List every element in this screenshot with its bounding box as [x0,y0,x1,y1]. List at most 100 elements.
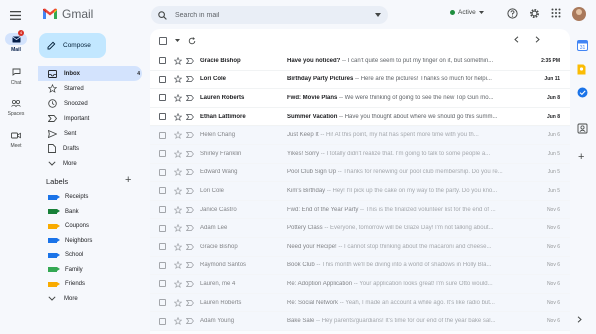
hide-side-panel-button[interactable] [577,316,582,323]
star-icon[interactable] [174,224,182,233]
chevron-down-icon[interactable] [175,39,180,42]
email-row[interactable]: Adam Young Bake Sale -- Hey parents/guard… [150,312,570,331]
star-icon[interactable] [174,186,182,195]
newer-chevron-left-icon[interactable] [514,36,519,43]
compose-button[interactable]: Compose [39,33,106,58]
email-row[interactable]: Lori Cole Birthday Party Pictures -- Here… [150,70,570,90]
important-icon[interactable] [186,225,194,232]
get-add-ons-button[interactable]: + [578,151,584,163]
important-icon[interactable] [186,132,194,139]
row-checkbox[interactable] [159,299,166,307]
row-checkbox[interactable] [159,75,166,83]
important-icon[interactable] [186,76,194,83]
support-button[interactable] [507,8,518,19]
nav-more[interactable]: More [38,156,142,171]
important-icon[interactable] [186,280,194,287]
email-row[interactable]: Gracie Bishop Have you noticed? -- I can'… [150,52,570,71]
calendar-app-button[interactable]: 31 [577,40,588,51]
star-icon[interactable] [174,205,182,214]
email-row[interactable]: Lauren, me 4 Re: Adoption Application -- … [150,275,570,294]
important-icon[interactable] [186,113,194,120]
star-icon[interactable] [174,279,182,288]
status-selector[interactable]: Active [450,9,484,16]
email-row[interactable]: Ethan Lattimore Summer Vacation -- Have y… [150,107,570,127]
nav-sent[interactable]: Sent [38,126,142,141]
row-checkbox[interactable] [159,113,166,121]
email-row[interactable]: Janice Castro Fwd: End of the Year Party … [150,200,570,220]
label-friends[interactable]: Friends [38,277,142,292]
row-checkbox[interactable] [159,150,166,158]
label-bank[interactable]: Bank [38,205,142,220]
refresh-icon[interactable] [188,36,196,45]
important-icon[interactable] [186,318,194,325]
star-icon[interactable] [174,75,182,84]
gmail-logo[interactable]: Gmail [42,7,93,21]
label-coupons[interactable]: Coupons [38,219,142,234]
rail-spaces[interactable]: Spaces [0,97,32,117]
main-menu-button[interactable] [10,11,21,20]
row-checkbox[interactable] [159,94,166,102]
important-icon[interactable] [186,187,194,194]
rail-chat[interactable]: Chat [0,66,32,86]
row-checkbox[interactable] [159,224,166,232]
nav-important[interactable]: Important [38,111,142,126]
star-icon[interactable] [174,298,182,307]
nav-drafts[interactable]: Drafts [38,141,142,156]
email-row[interactable]: Gracie Bishop Need your Recipe! -- I cann… [150,237,570,257]
search-bar[interactable] [151,6,388,24]
select-all-checkbox[interactable] [159,36,167,45]
rail-mail[interactable]: 4 Mail [0,30,32,53]
email-row[interactable]: Lauren Roberts Fwd: Movie Plans -- We wer… [150,89,570,108]
label-school[interactable]: School [38,248,142,263]
settings-button[interactable] [529,8,540,19]
row-checkbox[interactable] [159,317,166,325]
important-icon[interactable] [186,206,194,213]
email-row[interactable]: Raymond Santos Book Club -- This month we… [150,256,570,276]
important-icon[interactable] [186,243,194,250]
search-input[interactable] [175,11,365,19]
nav-starred[interactable]: Starred [38,81,142,96]
star-icon[interactable] [174,112,182,121]
tasks-app-button[interactable] [577,87,588,98]
star-icon[interactable] [174,168,182,177]
older-chevron-right-icon[interactable] [535,36,540,43]
star-icon[interactable] [174,56,182,65]
star-icon[interactable] [174,93,182,102]
important-icon[interactable] [186,57,194,64]
apps-button[interactable] [551,8,561,18]
star-icon[interactable] [174,317,182,326]
row-checkbox[interactable] [159,261,166,269]
star-icon[interactable] [174,131,182,140]
account-avatar[interactable] [572,7,586,21]
keep-app-button[interactable] [577,64,586,75]
star-icon[interactable] [174,149,182,158]
row-checkbox[interactable] [159,206,166,214]
row-checkbox[interactable] [159,280,166,288]
nav-snoozed[interactable]: Snoozed [38,96,142,111]
label-neighbors[interactable]: Neighbors [38,234,142,249]
row-checkbox[interactable] [159,187,166,195]
row-checkbox[interactable] [159,131,166,139]
important-icon[interactable] [186,299,194,306]
add-label-button[interactable]: + [125,174,131,186]
contacts-app-button[interactable] [577,123,588,134]
email-row[interactable]: Edward Wang Pool Club Sign Up -- Thanks f… [150,163,570,183]
important-icon[interactable] [186,95,194,101]
important-icon[interactable] [186,262,194,269]
label-family[interactable]: Family [38,263,142,278]
row-checkbox[interactable] [159,57,166,65]
row-checkbox[interactable] [159,243,166,251]
row-checkbox[interactable] [159,168,166,176]
important-icon[interactable] [186,169,194,176]
email-row[interactable]: Lauren Roberts Re: Social Network -- Yeah… [150,293,570,313]
star-icon[interactable] [174,242,182,251]
important-icon[interactable] [186,150,194,157]
email-row[interactable]: Lori Cole Kim's Birthday -- Hey! I'll pic… [150,182,570,201]
label-receipts[interactable]: Receipts [38,190,142,205]
rail-meet[interactable]: Meet [0,129,32,149]
email-row[interactable]: Shirley Franklin Yikes! Sorry -- I totall… [150,144,570,164]
star-icon[interactable] [174,261,182,270]
labels-more[interactable]: More [38,292,142,307]
nav-inbox[interactable]: Inbox 4 [38,66,142,81]
email-row[interactable]: Helen Chang Just Keep It -- Hi! At this p… [150,126,570,145]
